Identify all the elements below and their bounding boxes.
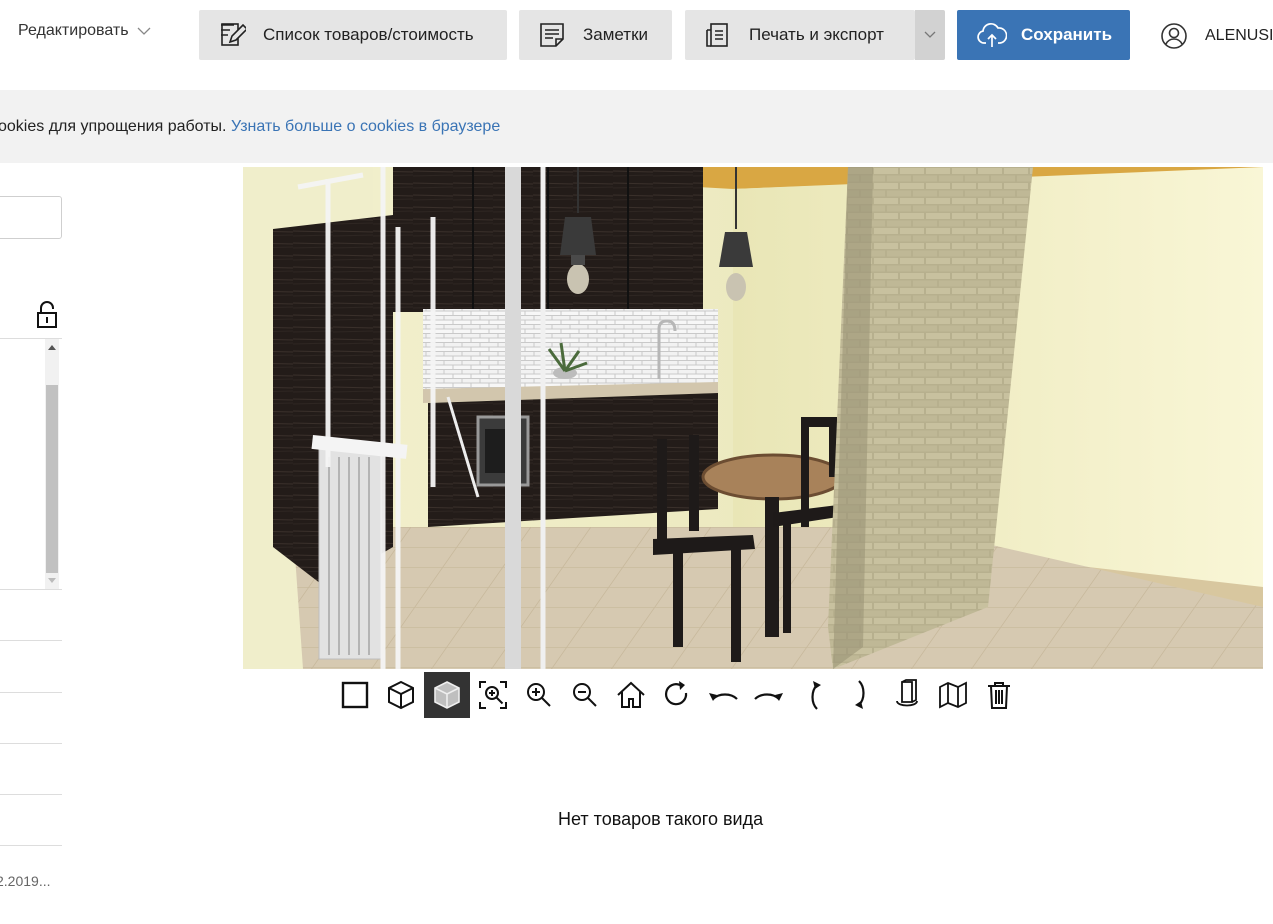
rotate-left-icon[interactable]	[700, 672, 746, 718]
view-toolbar	[332, 672, 1022, 718]
zoom-fit-icon[interactable]	[470, 672, 516, 718]
list-divider	[0, 845, 62, 846]
scroll-up-arrow[interactable]	[48, 345, 56, 350]
print-export-label: Печать и экспорт	[749, 25, 884, 44]
3d-wireframe-icon[interactable]	[378, 672, 424, 718]
zoom-out-icon[interactable]	[562, 672, 608, 718]
left-panel-input[interactable]	[0, 196, 62, 239]
print-export-button[interactable]: Печать и экспорт	[685, 10, 915, 60]
list-divider	[0, 692, 62, 693]
walls-icon[interactable]	[930, 672, 976, 718]
chevron-down-icon	[924, 31, 936, 38]
3d-viewport[interactable]	[93, 167, 1263, 669]
pencil-list-icon	[217, 20, 247, 50]
left-panel: 2.2019...	[0, 165, 93, 924]
left-panel-list	[0, 338, 62, 590]
top-toolbar: Редактировать Список товаров/стоимость З…	[0, 0, 1273, 70]
trash-icon[interactable]	[976, 672, 1022, 718]
rotate-icon[interactable]	[654, 672, 700, 718]
cookie-message: ookies для упрощения работы.	[0, 118, 231, 135]
cookie-banner: ookies для упрощения работы. Узнать боль…	[0, 90, 1273, 163]
unlock-icon[interactable]	[35, 300, 59, 330]
user-name: ALENUSI	[1205, 27, 1273, 44]
product-list-label: Список товаров/стоимость	[263, 25, 474, 44]
3d-solid-icon[interactable]	[424, 672, 470, 718]
save-button[interactable]: Сохранить	[957, 10, 1130, 60]
scroll-down-arrow[interactable]	[48, 578, 56, 583]
list-item-date: 2.2019...	[0, 873, 51, 889]
save-label: Сохранить	[1021, 25, 1113, 44]
home-icon[interactable]	[608, 672, 654, 718]
list-divider	[0, 743, 62, 744]
zoom-in-icon[interactable]	[516, 672, 562, 718]
edit-menu[interactable]: Редактировать	[18, 22, 151, 40]
empty-products-message: Нет товаров такого вида	[558, 809, 764, 829]
document-stack-icon	[703, 20, 733, 50]
notes-label: Заметки	[583, 25, 649, 44]
tilt-up-icon[interactable]	[792, 672, 838, 718]
2d-view-icon[interactable]	[332, 672, 378, 718]
cookie-text: ookies для упрощения работы. Узнать боль…	[0, 118, 500, 136]
list-divider	[0, 794, 62, 795]
chevron-down-icon	[137, 27, 150, 35]
notes-button[interactable]: Заметки	[519, 10, 672, 60]
print-export-dropdown[interactable]	[915, 10, 945, 60]
user-circle-icon	[1161, 23, 1187, 49]
edit-menu-label: Редактировать	[18, 22, 129, 39]
kitchen-3d-render	[243, 167, 1263, 669]
scroll-thumb[interactable]	[46, 385, 58, 573]
list-divider	[0, 640, 62, 641]
product-list-button[interactable]: Список товаров/стоимость	[199, 10, 507, 60]
scrollbar[interactable]	[45, 339, 59, 589]
user-menu[interactable]: ALENUSI	[1160, 22, 1273, 50]
cloud-upload-icon	[977, 20, 1007, 50]
note-icon	[537, 20, 567, 50]
rotate-object-icon[interactable]	[884, 672, 930, 718]
rotate-right-icon[interactable]	[746, 672, 792, 718]
tilt-down-icon[interactable]	[838, 672, 884, 718]
cookie-learn-more-link[interactable]: Узнать больше о cookies в браузере	[231, 118, 500, 135]
